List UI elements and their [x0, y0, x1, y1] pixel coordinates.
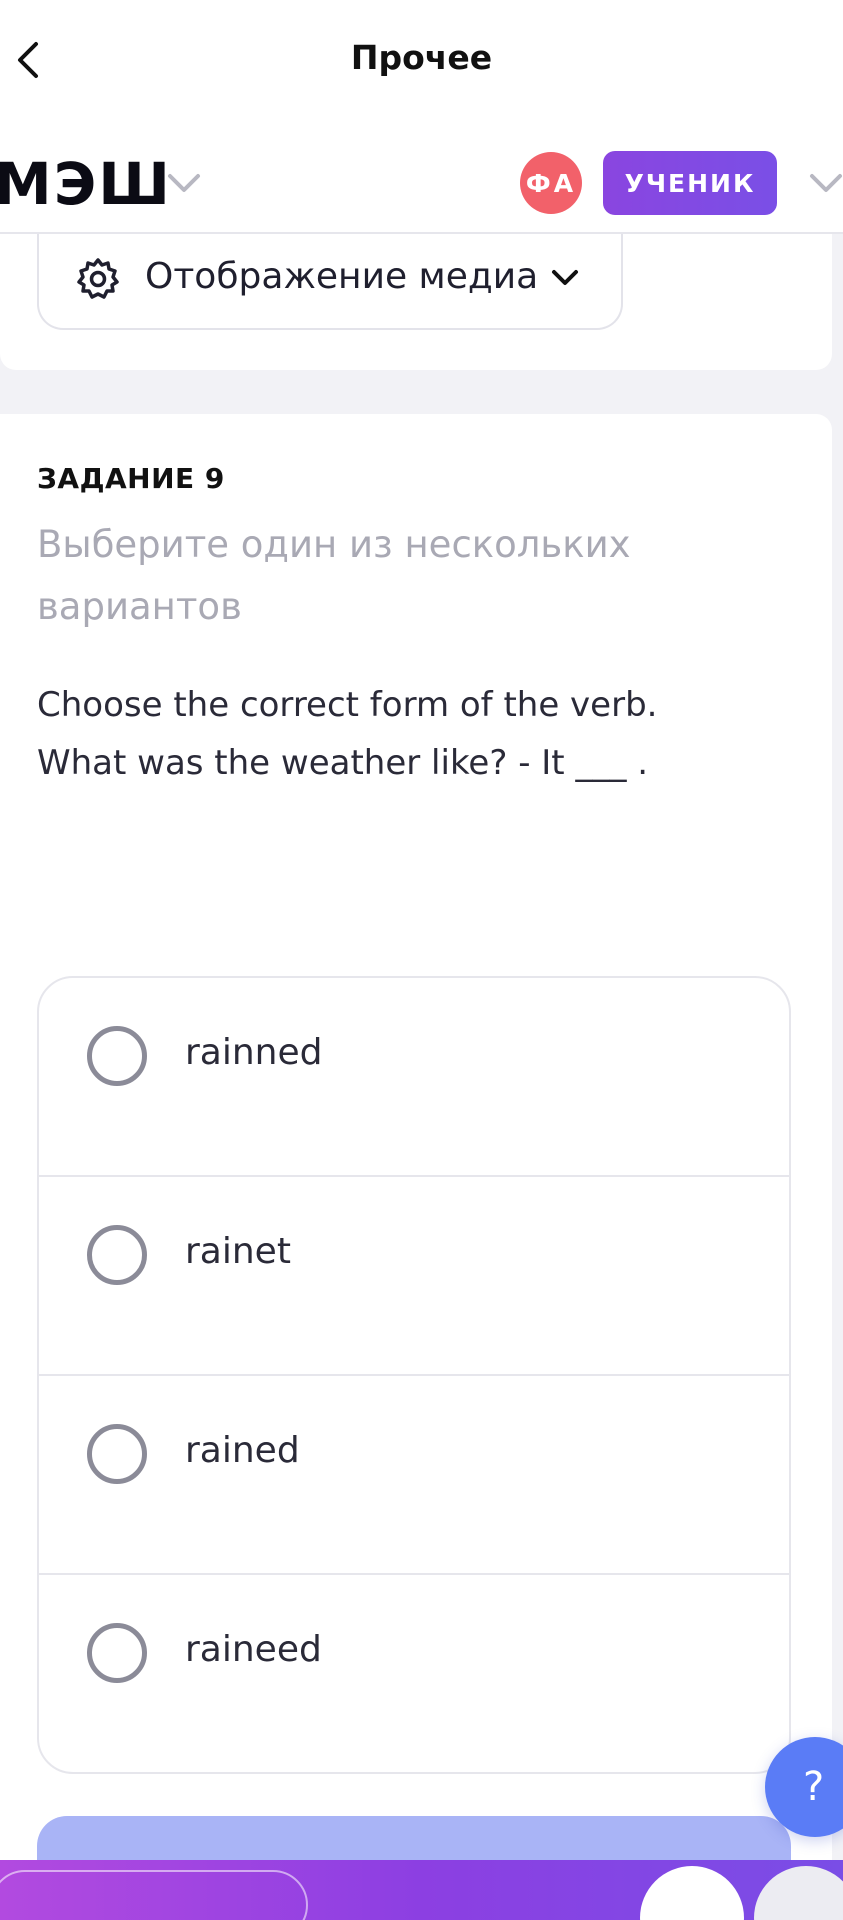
option-label: rainned	[185, 1032, 323, 1073]
radio-button[interactable]	[87, 1225, 147, 1285]
chevron-down-icon	[552, 270, 578, 285]
answer-option[interactable]: rained	[39, 1376, 789, 1575]
question-line-2: What was the weather like? - It ___ .	[37, 743, 649, 783]
answer-option[interactable]: rainned	[39, 978, 789, 1177]
option-label: rainet	[185, 1231, 291, 1272]
media-display-label: Отображение медиа	[145, 256, 539, 297]
role-badge[interactable]: УЧЕНИК	[603, 151, 777, 215]
task-question: Choose the correct form of the verb. Wha…	[37, 676, 777, 792]
chevron-down-icon[interactable]	[808, 170, 843, 196]
answer-option[interactable]: raineed	[39, 1575, 789, 1772]
bottom-toolbar	[0, 1860, 843, 1920]
gear-icon	[77, 258, 119, 299]
radio-button[interactable]	[87, 1424, 147, 1484]
navigation-bar: Прочее	[0, 0, 843, 122]
answer-option[interactable]: rainet	[39, 1177, 789, 1376]
answer-options: rainned rainet rained raineed	[37, 976, 791, 1774]
app-logo[interactable]: МЭШ	[0, 150, 172, 218]
radio-button[interactable]	[87, 1026, 147, 1086]
question-line-1: Choose the correct form of the verb.	[37, 685, 658, 725]
media-display-button[interactable]: Отображение медиа	[37, 234, 623, 330]
bottom-round-button[interactable]	[640, 1866, 744, 1920]
task-instruction: Выберите один из нескольких вариантов	[37, 523, 631, 628]
option-label: rained	[185, 1430, 300, 1471]
chevron-down-icon[interactable]	[166, 170, 202, 196]
page-title: Прочее	[350, 38, 493, 77]
option-label: raineed	[185, 1629, 322, 1670]
media-settings-card: Отображение медиа	[0, 234, 832, 370]
bottom-toolbar-button[interactable]	[0, 1870, 308, 1920]
app-header: МЭШ ФА УЧЕНИК	[0, 122, 843, 234]
bottom-round-button[interactable]	[754, 1866, 843, 1920]
avatar[interactable]: ФА	[520, 152, 582, 214]
task-number: ЗАДАНИЕ 9	[37, 462, 225, 495]
radio-button[interactable]	[87, 1623, 147, 1683]
task-card: ЗАДАНИЕ 9 Выберите один из нескольких ва…	[0, 414, 832, 1920]
